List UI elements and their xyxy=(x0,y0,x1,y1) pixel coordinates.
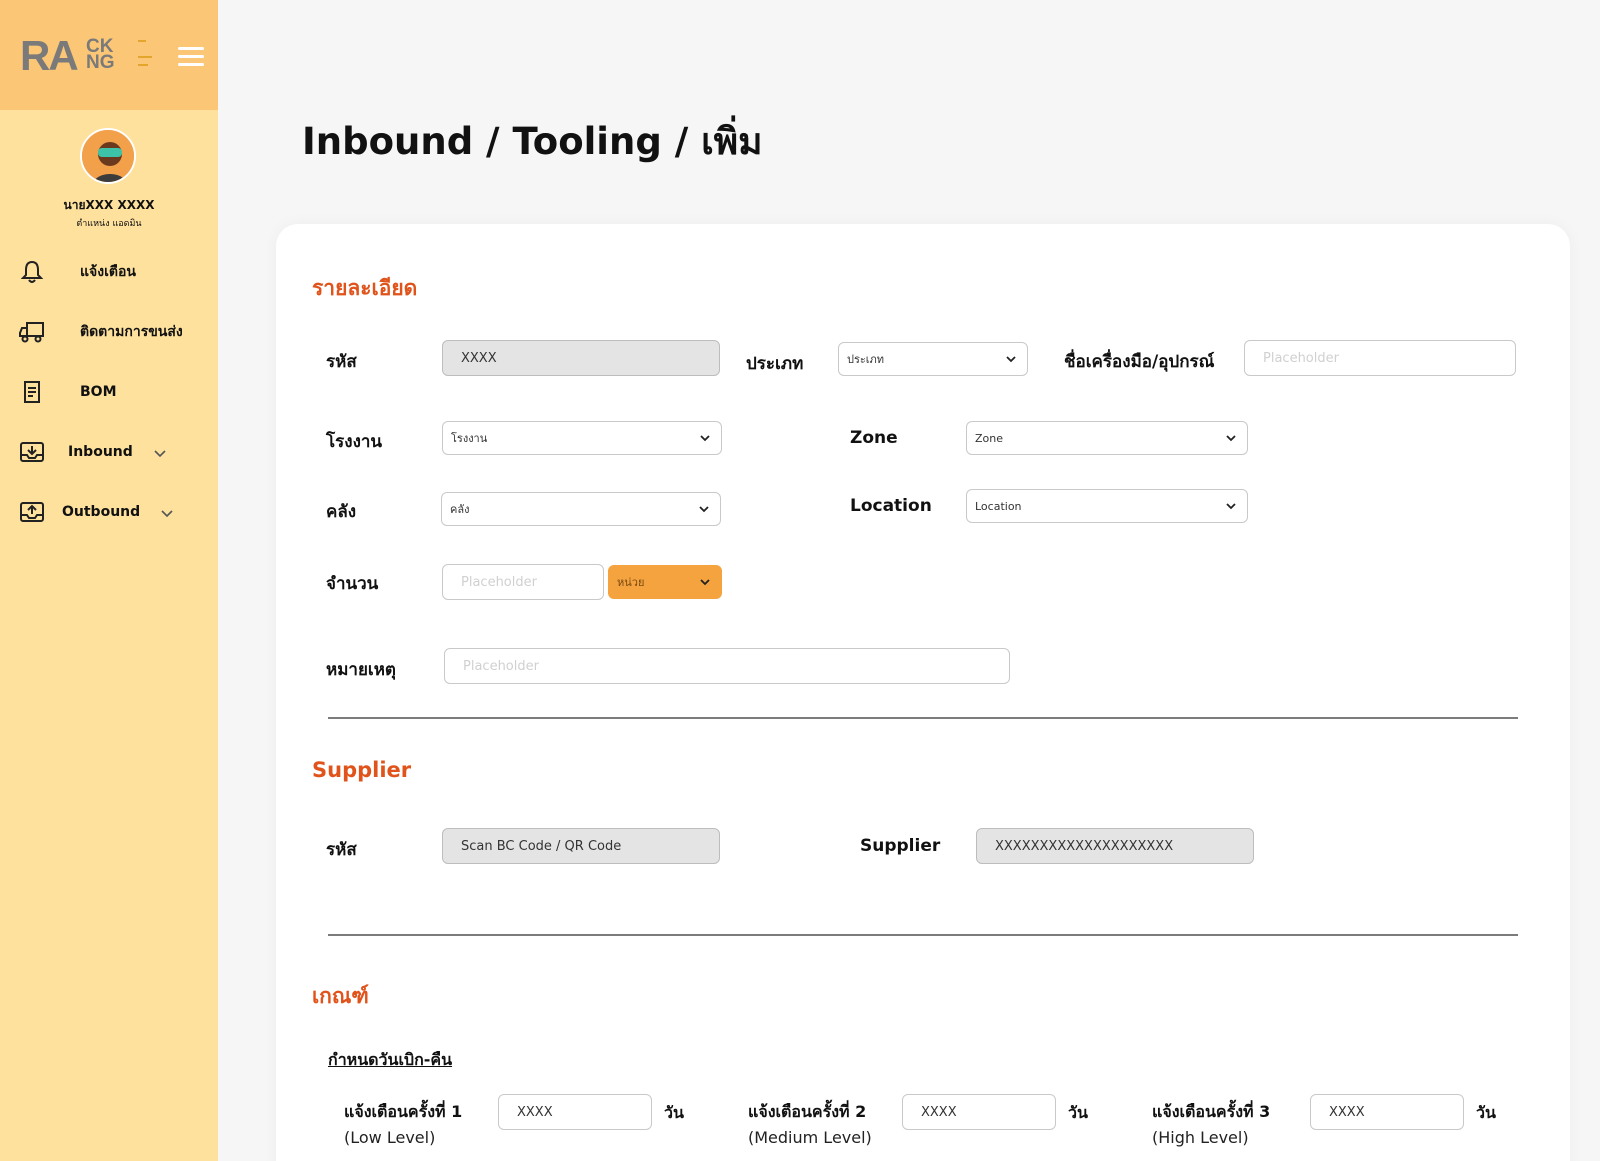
location-select-value: Location xyxy=(975,499,1022,513)
supplier-name-input[interactable]: XXXXXXXXXXXXXXXXXXXX xyxy=(976,828,1254,864)
zone-select[interactable]: Zone xyxy=(966,421,1248,455)
type-label: ประเภท xyxy=(746,354,804,374)
alert-3-unit: วัน xyxy=(1476,1103,1496,1122)
criteria-subtitle: กำหนดวันเบิก-คืน xyxy=(328,1050,453,1069)
quantity-input[interactable]: Placeholder xyxy=(442,564,604,600)
sidebar-header: RA CK NG xyxy=(0,0,218,110)
warehouse-select-value: คลัง xyxy=(450,503,470,516)
sidebar: RA CK NG นายXXX XXXX ตำแหน่ง แอดมิน แจ้ง… xyxy=(0,0,218,1161)
factory-label: โรงงาน xyxy=(326,432,383,452)
inbox-upload-icon xyxy=(18,498,46,526)
page-title: Inbound / Tooling / เพิ่ม xyxy=(302,120,763,163)
section-title-supplier: Supplier xyxy=(312,758,412,782)
section-divider xyxy=(328,717,1518,719)
user-name: นายXXX XXXX xyxy=(63,198,155,212)
alert-2-unit: วัน xyxy=(1068,1103,1088,1122)
alert-3-level: (High Level) xyxy=(1152,1128,1249,1147)
tool-name-label: ชื่อเครื่องมือ/อุปกรณ์ xyxy=(1064,352,1215,372)
location-select[interactable]: Location xyxy=(966,489,1248,523)
sidebar-item-notifications[interactable]: แจ้งเตือน xyxy=(18,252,198,292)
truck-icon xyxy=(18,318,46,346)
type-select-value: ประเภท xyxy=(847,353,885,366)
logo-bottom-text: NG xyxy=(86,52,115,73)
bell-icon xyxy=(18,258,46,286)
chevron-down-icon xyxy=(700,435,710,442)
quantity-label: จำนวน xyxy=(326,574,379,594)
brand-logo[interactable]: RA CK NG xyxy=(20,32,152,79)
sidebar-item-bom[interactable]: BOM xyxy=(18,372,198,412)
sidebar-item-label: BOM xyxy=(80,384,117,400)
supplier-code-label: รหัส xyxy=(326,840,357,860)
inbox-download-icon xyxy=(18,438,46,466)
avatar[interactable] xyxy=(80,128,136,184)
sidebar-item-tracking[interactable]: ติดตามการขนส่ง xyxy=(18,312,198,352)
chevron-down-icon[interactable] xyxy=(160,505,174,519)
chevron-down-icon xyxy=(1226,435,1236,442)
alert-1-days-input[interactable]: XXXX xyxy=(498,1094,652,1130)
alert-2-level: (Medium Level) xyxy=(748,1128,872,1147)
logo-accent xyxy=(138,56,152,58)
chevron-down-icon xyxy=(1226,503,1236,510)
section-divider xyxy=(328,934,1518,936)
user-role: ตำแหน่ง แอดมิน xyxy=(76,219,142,229)
zone-select-value: Zone xyxy=(975,431,1004,445)
alert-2-days-input[interactable]: XXXX xyxy=(902,1094,1056,1130)
sidebar-item-label: ติดตามการขนส่ง xyxy=(80,324,183,340)
chevron-down-icon xyxy=(700,579,710,586)
chevron-down-icon xyxy=(699,506,709,513)
factory-select-value: โรงงาน xyxy=(451,432,488,445)
sidebar-item-outbound[interactable]: Outbound xyxy=(18,492,198,532)
sidebar-item-label: Outbound xyxy=(62,504,141,520)
alert-1-level: (Low Level) xyxy=(344,1128,436,1147)
warehouse-label: คลัง xyxy=(326,502,357,522)
unit-select[interactable]: หน่วย xyxy=(608,565,722,599)
alert-3-label: แจ้งเตือนครั้งที่ 3 xyxy=(1152,1102,1271,1121)
factory-select[interactable]: โรงงาน xyxy=(442,421,722,455)
section-title-criteria: เกณฑ์ xyxy=(312,984,369,1008)
code-input[interactable]: XXXX xyxy=(442,340,720,376)
supplier-code-input[interactable]: Scan BC Code / QR Code xyxy=(442,828,720,864)
alert-3-days-input[interactable]: XXXX xyxy=(1310,1094,1464,1130)
avatar-person-icon xyxy=(82,130,134,182)
logo-main-text: RA xyxy=(20,32,79,79)
logo-accent xyxy=(138,40,146,42)
section-title-details: รายละเอียด xyxy=(312,276,418,300)
receipt-icon xyxy=(18,378,46,406)
logo-accent xyxy=(138,64,148,66)
alert-1-unit: วัน xyxy=(664,1103,684,1122)
alert-2-label: แจ้งเตือนครั้งที่ 2 xyxy=(748,1102,867,1121)
sidebar-item-inbound[interactable]: Inbound xyxy=(18,432,198,472)
sidebar-item-label: แจ้งเตือน xyxy=(80,264,136,280)
alert-1-label: แจ้งเตือนครั้งที่ 1 xyxy=(344,1102,463,1121)
note-input[interactable]: Placeholder xyxy=(444,648,1010,684)
code-label: รหัส xyxy=(326,352,357,372)
sidebar-item-label: Inbound xyxy=(68,444,133,460)
chevron-down-icon[interactable] xyxy=(153,445,167,459)
location-label: Location xyxy=(850,496,932,516)
note-label: หมายเหตุ xyxy=(326,660,396,680)
tool-name-input[interactable]: Placeholder xyxy=(1244,340,1516,376)
chevron-down-icon xyxy=(1006,356,1016,363)
zone-label: Zone xyxy=(850,428,898,448)
unit-select-value: หน่วย xyxy=(617,576,645,589)
supplier-name-label: Supplier xyxy=(860,836,941,856)
menu-toggle-icon[interactable] xyxy=(178,47,206,69)
warehouse-select[interactable]: คลัง xyxy=(441,492,721,526)
type-select[interactable]: ประเภท xyxy=(838,342,1028,376)
